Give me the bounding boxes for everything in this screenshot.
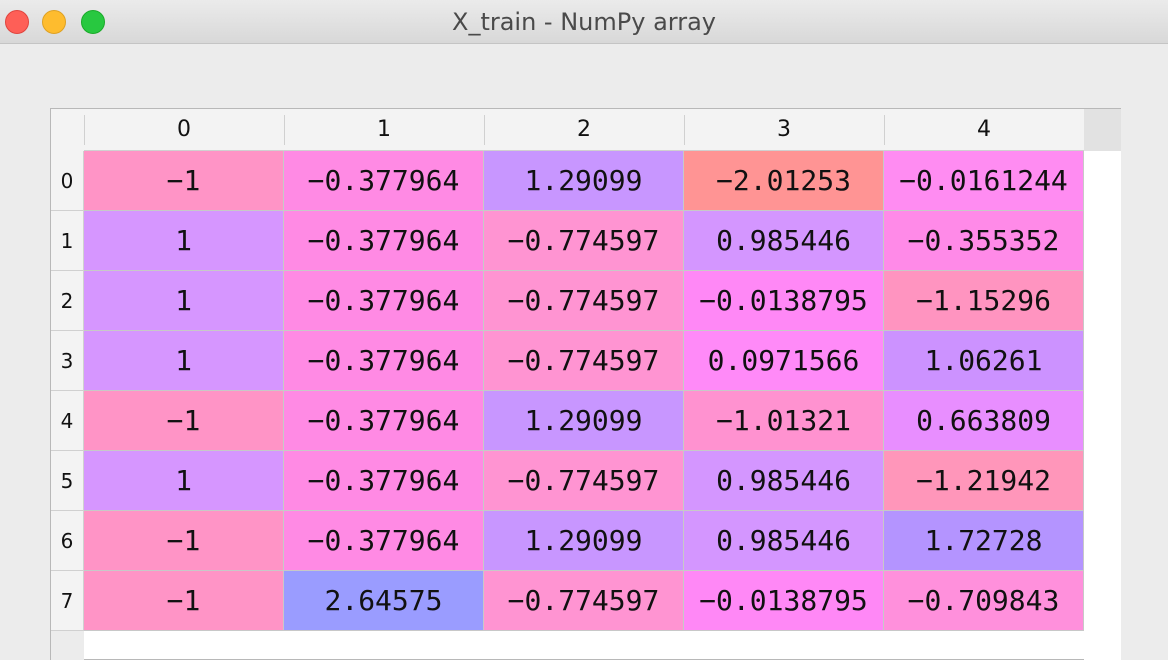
column-header-1[interactable]: 1: [284, 109, 484, 151]
close-window-button[interactable]: [5, 10, 29, 34]
table-cell[interactable]: 2.64575: [284, 571, 484, 631]
table-cell[interactable]: 1: [84, 451, 284, 511]
row-header-7[interactable]: 7: [51, 571, 84, 631]
table-cell[interactable]: −0.377964: [284, 331, 484, 391]
minimize-window-button[interactable]: [42, 10, 66, 34]
table-cell[interactable]: 0.985446: [684, 451, 884, 511]
row-header-gutter: [51, 631, 84, 660]
column-header-3[interactable]: 3: [684, 109, 884, 151]
table-cell[interactable]: −0.0161244: [884, 151, 1084, 211]
table-cell[interactable]: −0.355352: [884, 211, 1084, 271]
table-cell[interactable]: −0.0138795: [684, 571, 884, 631]
window-title: X_train - NumPy array: [452, 8, 716, 36]
table-cell[interactable]: 1.29099: [484, 511, 684, 571]
table-cell[interactable]: −0.774597: [484, 571, 684, 631]
table-empty-area: [1084, 151, 1121, 660]
maximize-window-button[interactable]: [81, 10, 105, 34]
table-cell[interactable]: −0.377964: [284, 451, 484, 511]
table-cell[interactable]: −0.774597: [484, 271, 684, 331]
row-header-4[interactable]: 4: [51, 391, 84, 451]
table-cell[interactable]: 0.0971566: [684, 331, 884, 391]
row-header-2[interactable]: 2: [51, 271, 84, 331]
table-cell[interactable]: −1: [84, 571, 284, 631]
table-cell[interactable]: −0.377964: [284, 271, 484, 331]
table-cell[interactable]: −0.0138795: [684, 271, 884, 331]
table-cell[interactable]: −0.377964: [284, 511, 484, 571]
table-cell[interactable]: 0.985446: [684, 511, 884, 571]
table-cell[interactable]: −2.01253: [684, 151, 884, 211]
row-header-6[interactable]: 6: [51, 511, 84, 571]
table-cell[interactable]: 1.29099: [484, 391, 684, 451]
table-cell[interactable]: 1: [84, 271, 284, 331]
table-cell[interactable]: −0.774597: [484, 331, 684, 391]
row-header-5[interactable]: 5: [51, 451, 84, 511]
table-cell[interactable]: −1.15296: [884, 271, 1084, 331]
table-cell[interactable]: −1: [84, 151, 284, 211]
table-cell[interactable]: 1.06261: [884, 331, 1084, 391]
table-corner: [51, 109, 84, 151]
table-cell[interactable]: −1: [84, 511, 284, 571]
table-cell[interactable]: −1: [84, 391, 284, 451]
array-table: 0 1 2 3 4 0 −1 −0.377964 1.29099 −2.01253 −0.01612…: [50, 108, 1121, 660]
table-cell[interactable]: 0.663809: [884, 391, 1084, 451]
table-cell[interactable]: 1: [84, 211, 284, 271]
table-cell[interactable]: −1.01321: [684, 391, 884, 451]
table-cell[interactable]: −0.377964: [284, 211, 484, 271]
header-spacer: [1084, 109, 1121, 151]
table-cell[interactable]: −0.709843: [884, 571, 1084, 631]
table-cell[interactable]: −0.377964: [284, 391, 484, 451]
table-cell[interactable]: 1.29099: [484, 151, 684, 211]
table-cell[interactable]: −0.377964: [284, 151, 484, 211]
column-header-0[interactable]: 0: [84, 109, 284, 151]
row-header-0[interactable]: 0: [51, 151, 84, 211]
table-cell[interactable]: 1.72728: [884, 511, 1084, 571]
title-bar: X_train - NumPy array: [0, 0, 1168, 44]
table-cell[interactable]: 0.985446: [684, 211, 884, 271]
column-header-2[interactable]: 2: [484, 109, 684, 151]
row-header-3[interactable]: 3: [51, 331, 84, 391]
row-header-1[interactable]: 1: [51, 211, 84, 271]
table-cell[interactable]: −0.774597: [484, 451, 684, 511]
table-cell[interactable]: 1: [84, 331, 284, 391]
table-cell[interactable]: −1.21942: [884, 451, 1084, 511]
column-header-4[interactable]: 4: [884, 109, 1084, 151]
table-cell[interactable]: −0.774597: [484, 211, 684, 271]
